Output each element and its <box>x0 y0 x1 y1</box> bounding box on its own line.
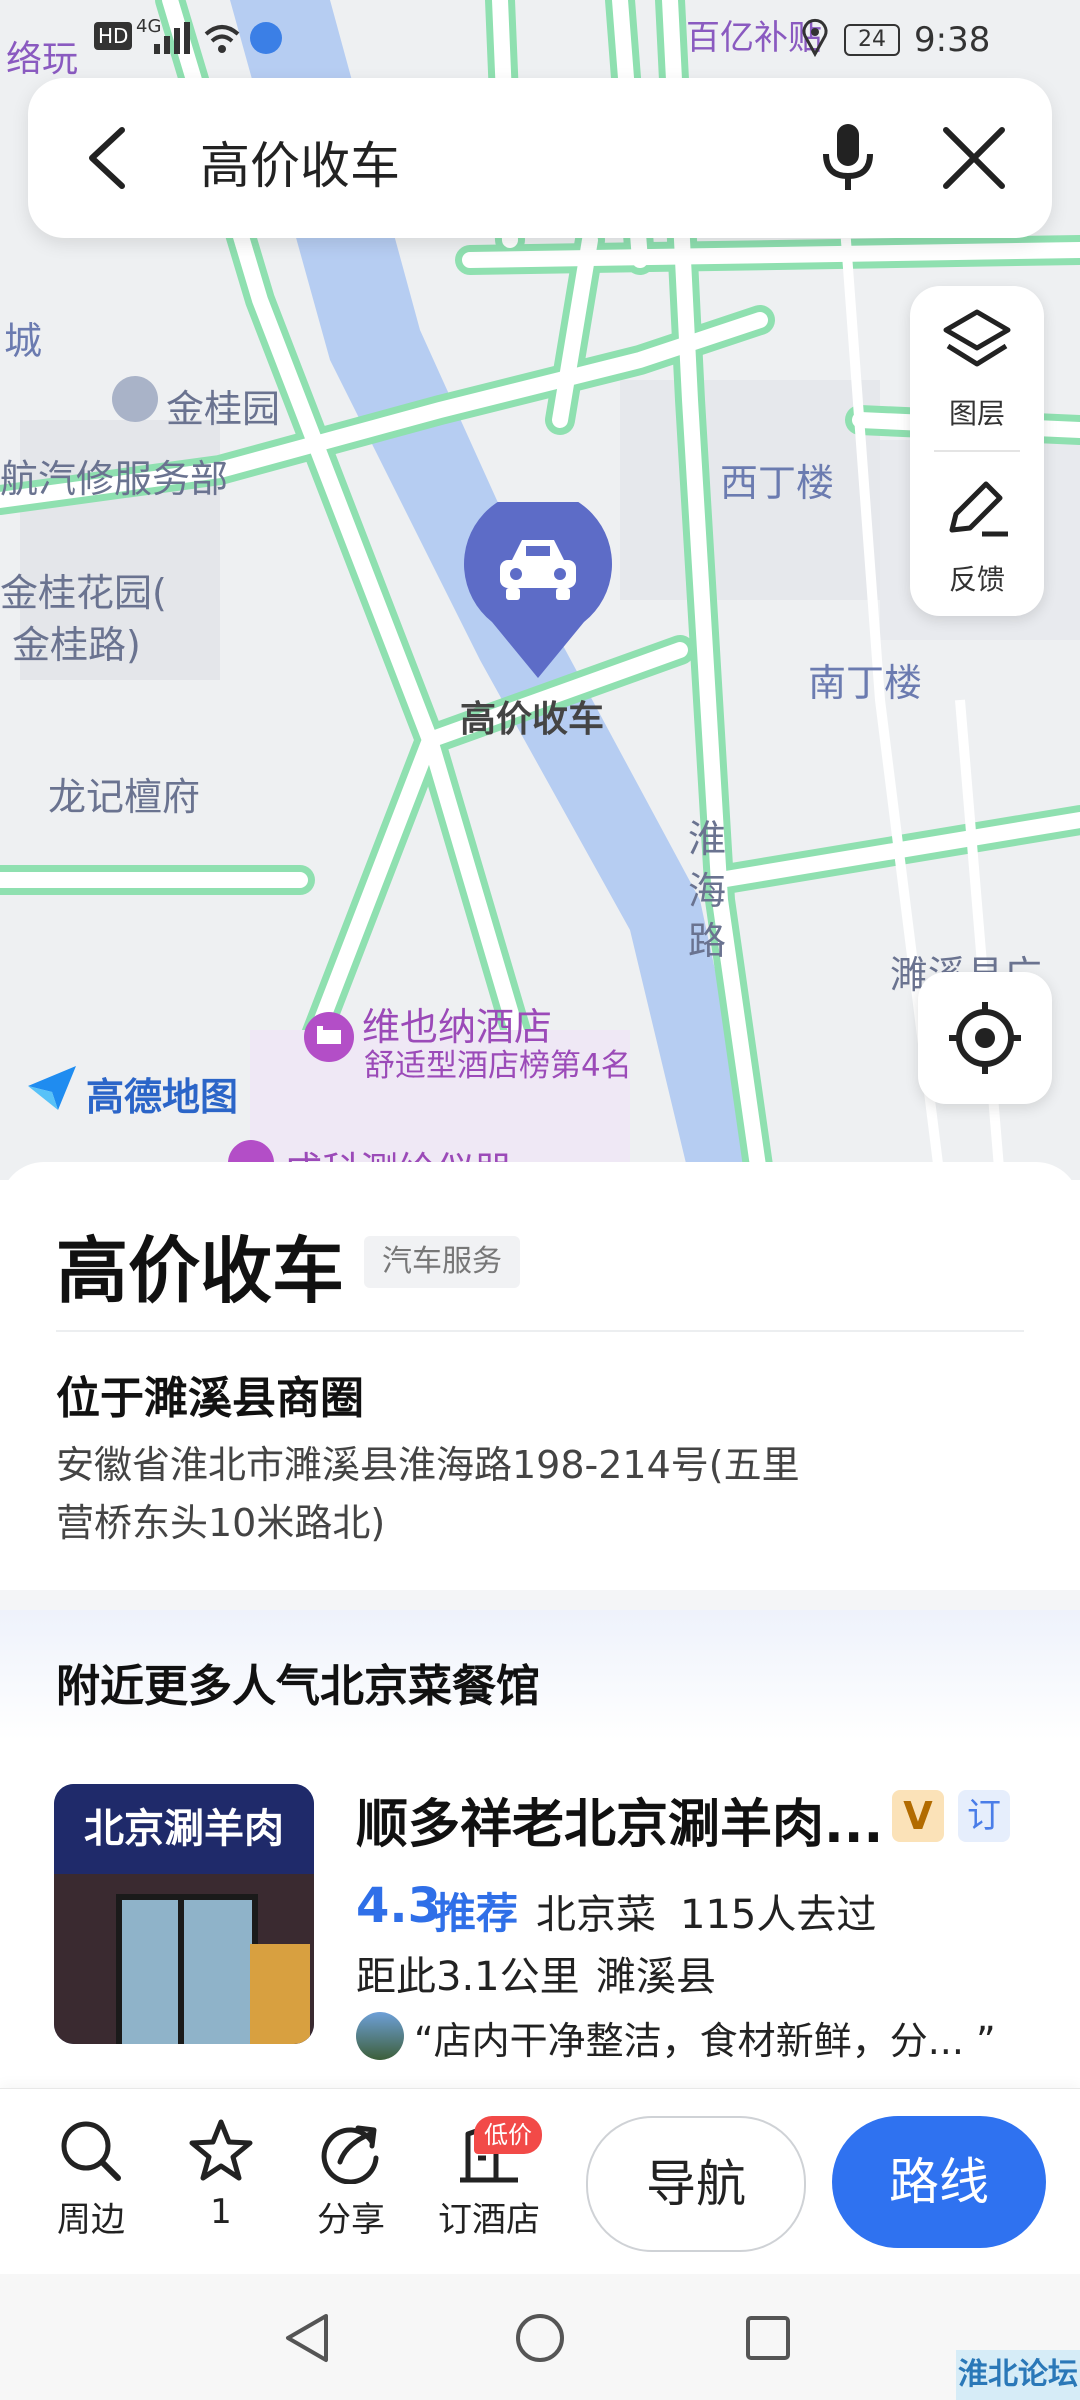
share-label: 分享 <box>317 2200 385 2240</box>
favorite-button[interactable]: 1 <box>166 2118 276 2232</box>
hotel-pin-icon[interactable] <box>304 1012 354 1062</box>
system-recents-button[interactable] <box>744 2314 792 2366</box>
share-icon <box>321 2125 379 2184</box>
route-button[interactable]: 路线 <box>832 2116 1046 2248</box>
divider <box>56 1330 1024 1332</box>
section-gap <box>0 1590 1080 1610</box>
locate-icon <box>949 1002 1021 1074</box>
restaurant-visits: 115人去过 <box>680 1892 877 1938</box>
poi-category-tag: 汽车服务 <box>364 1236 520 1288</box>
feedback-icon <box>949 481 1008 537</box>
wifi-icon <box>204 25 240 53</box>
layers-label: 图层 <box>948 397 1005 430</box>
status-bar: 络玩 HD 4G 百亿补贴 24 9:38 <box>0 0 1080 80</box>
clear-button[interactable] <box>940 124 1008 196</box>
map-label-jingui-huayuan: 金桂花园( <box>0 571 167 615</box>
browser-app-icon <box>250 22 282 54</box>
nearby-label: 周边 <box>57 2200 125 2240</box>
low-price-badge: 低价 <box>474 2116 542 2154</box>
booking-badge: 订 <box>958 1790 1010 1842</box>
circle-home-icon <box>516 2314 564 2362</box>
back-arrow-icon <box>89 127 125 189</box>
back-button[interactable] <box>78 122 138 198</box>
search-input[interactable]: 高价收车 <box>200 126 400 198</box>
square-recents-icon <box>746 2316 790 2360</box>
poi-business-area: 位于濉溪县商圈 <box>56 1373 364 1424</box>
system-back-button[interactable] <box>282 2312 332 2368</box>
search-bar: 高价收车 <box>28 78 1052 238</box>
marker-label: 高价收车 <box>460 699 605 740</box>
map-label-cheng: 城 <box>4 319 43 363</box>
navigate-button[interactable]: 导航 <box>586 2116 806 2252</box>
favorite-count: 1 <box>210 2192 232 2232</box>
restaurant-rating: 4.3 <box>356 1878 442 1934</box>
restaurant-cuisine: 北京菜 <box>536 1892 656 1938</box>
map-label-jingui-road: 金桂路) <box>12 623 141 667</box>
map-label-huaihai-2: 海 <box>688 869 727 913</box>
close-icon <box>943 127 1005 189</box>
reviewer-avatar <box>356 2012 404 2060</box>
share-button[interactable]: 分享 <box>296 2118 406 2241</box>
poi-title: 高价收车 <box>56 1229 345 1313</box>
battery-icon: 24 <box>844 24 900 56</box>
hotel-label: 订酒店 <box>438 2200 540 2240</box>
map-controls-card: 图层 反馈 <box>910 286 1044 616</box>
voice-button[interactable] <box>818 120 878 200</box>
battery-level: 24 <box>858 27 886 52</box>
poi-address: 安徽省淮北市濉溪县淮海路198-214号(五里营桥东头10米路北) <box>56 1443 800 1545</box>
map-label-longji: 龙记檀府 <box>48 775 201 819</box>
car-marker-icon[interactable] <box>462 502 614 682</box>
signal-icon <box>154 22 190 54</box>
map-label-xidinglou: 西丁楼 <box>720 461 835 505</box>
poi-pin-icon <box>112 376 158 422</box>
layers-icon <box>943 309 1011 367</box>
microphone-icon <box>823 124 873 190</box>
amap-logo-icon <box>28 1066 76 1110</box>
amap-logo-text: 高德地图 <box>86 1075 239 1119</box>
map-label-hotel-rank: 舒适型酒店榜第4名 <box>364 1048 632 1084</box>
star-icon <box>189 2119 253 2181</box>
triangle-back-icon <box>286 2314 328 2362</box>
controls-divider <box>934 450 1020 452</box>
nearby-section-title: 附近更多人气北京菜餐馆 <box>56 1661 540 1712</box>
map-label-jinguiyuan: 金桂园 <box>166 387 281 431</box>
forum-watermark: 淮北论坛 <box>956 2350 1080 2400</box>
restaurant-county: 濉溪县 <box>596 1954 716 2000</box>
map-label-hangqi: 航汽修服务部 <box>0 457 229 501</box>
search-icon <box>61 2121 121 2181</box>
restaurant-sign: 北京涮羊肉 <box>84 1805 284 1852</box>
hd-indicator: HD <box>94 22 133 50</box>
location-icon <box>802 18 828 58</box>
system-home-button[interactable] <box>514 2312 566 2368</box>
restaurant-distance: 距此3.1公里 <box>356 1954 580 2000</box>
status-left-text: 络玩 <box>6 39 79 80</box>
restaurant-photo[interactable]: 北京涮羊肉 <box>54 1784 314 2044</box>
feedback-label: 反馈 <box>948 563 1005 596</box>
nearby-button[interactable]: 周边 <box>36 2118 146 2241</box>
rating-word: 推荐 <box>434 1889 519 1938</box>
restaurant-name[interactable]: 顺多祥老北京涮羊肉... <box>356 1782 883 1857</box>
locate-button[interactable] <box>918 972 1052 1104</box>
restaurant-review: “店内干净整洁，食材新鲜，分... ” <box>414 2019 996 2063</box>
map-label-huaihai-3: 路 <box>688 919 727 963</box>
clock: 9:38 <box>914 20 991 60</box>
map-label-nandinglou: 南丁楼 <box>808 661 923 705</box>
map-label-huaihai-1: 淮 <box>688 817 727 861</box>
vip-badge: V <box>892 1790 944 1842</box>
system-navigation-bar <box>0 2274 1080 2400</box>
